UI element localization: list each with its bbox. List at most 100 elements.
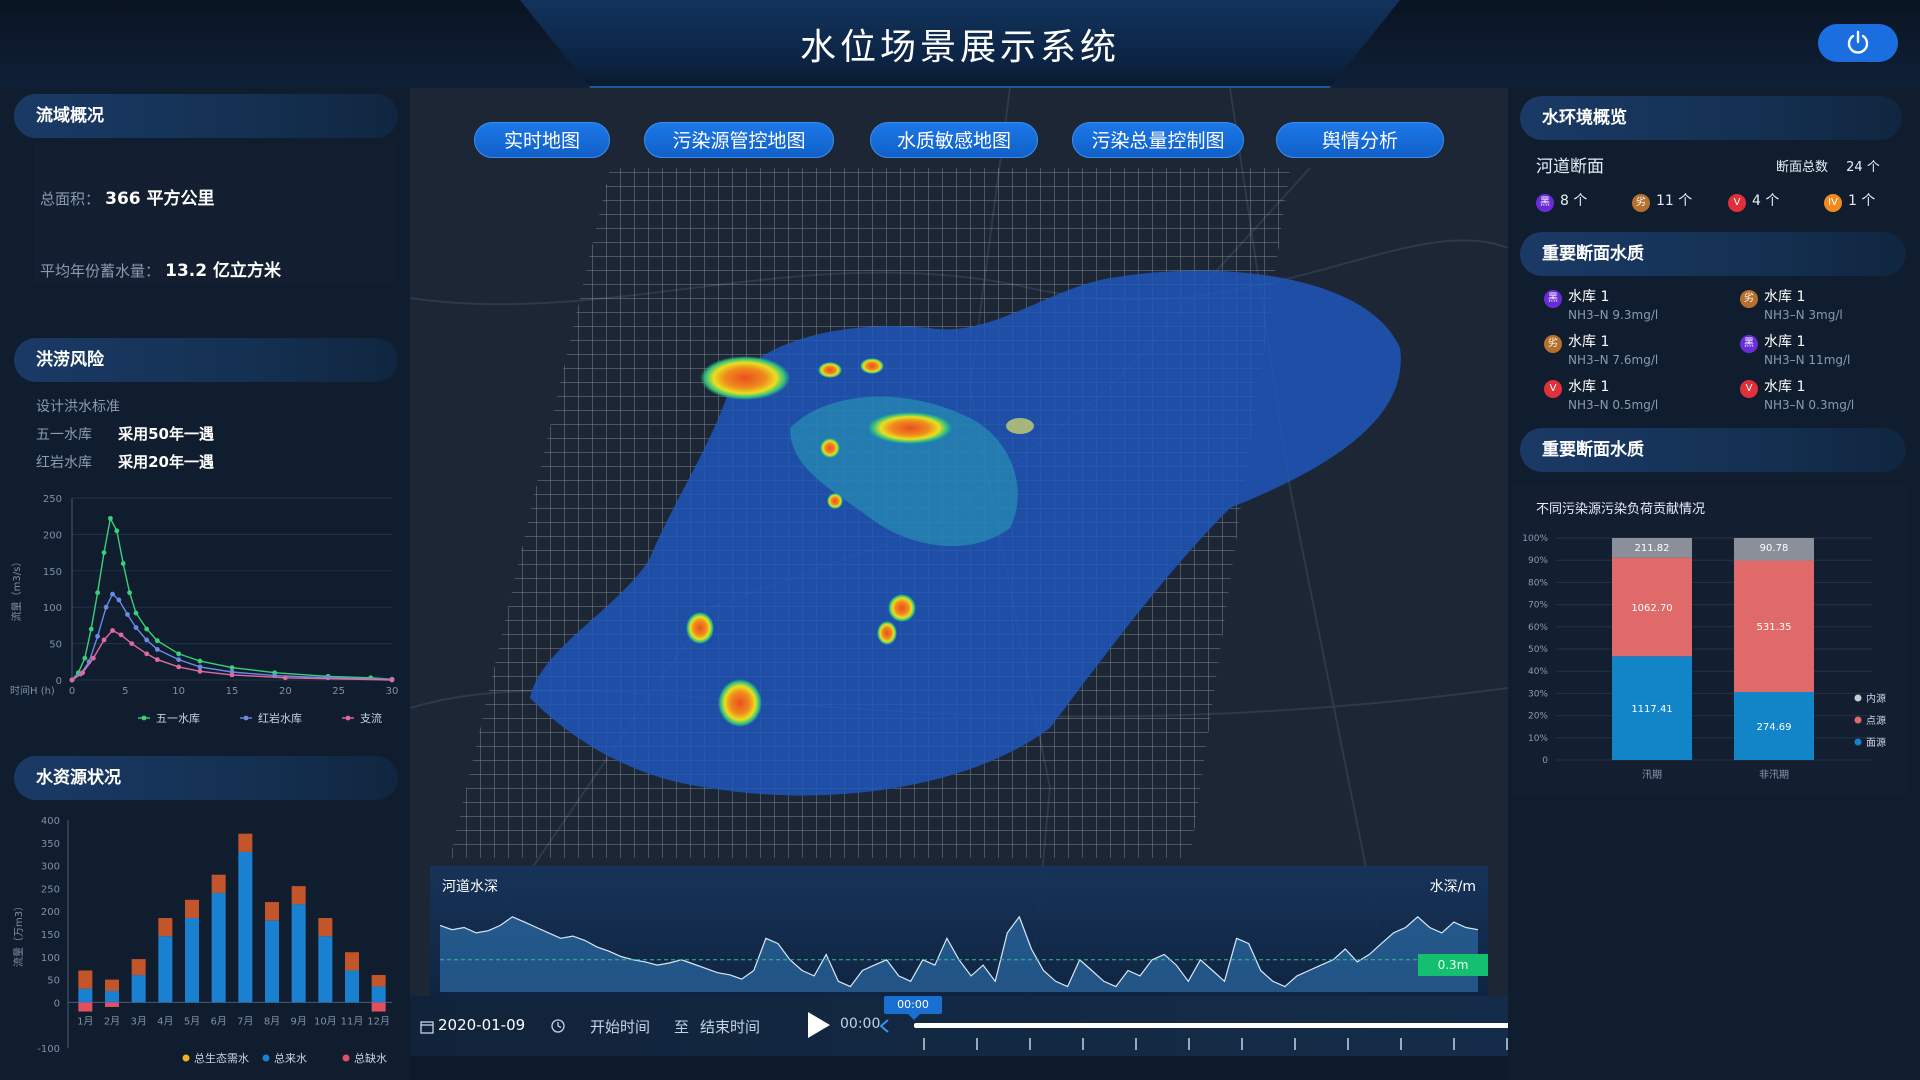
flood-point [90, 655, 96, 661]
tab-realtime-map[interactable]: 实时地图 [474, 122, 610, 158]
important-section-item[interactable]: V 水库 1 NH3–N 0.3mg/l [1740, 376, 1920, 416]
area-value: 366 平方公里 [105, 189, 215, 209]
important-section-item[interactable]: 劣水库 1 NH3–N 3mg/l [1740, 286, 1920, 326]
contrib-y-tick: 50% [1528, 645, 1548, 655]
flood-row-value: 采用50年一遇 [118, 425, 214, 443]
section-basin-title: 流域概况 [14, 94, 398, 138]
section-important-quality-title: 重要断面水质 [1520, 232, 1906, 276]
section-name: 水库 1 [1568, 289, 1610, 305]
contrib-y-tick: 60% [1528, 623, 1548, 633]
important-section-item[interactable]: 劣水库 1 NH3–N 7.6mg/l [1544, 331, 1724, 371]
depth-threshold-badge: 0.3m [1418, 954, 1488, 976]
water-x-tick: 2月 [104, 1015, 120, 1027]
chevron-left-icon[interactable] [878, 1018, 890, 1034]
tab-public-opinion[interactable]: 舆情分析 [1276, 122, 1444, 158]
power-button[interactable] [1818, 24, 1898, 62]
flood-legend-dot [141, 715, 147, 721]
header: 水位场景展示系统 [0, 0, 1920, 90]
grade-badge: 劣 [1544, 335, 1562, 353]
flood-point [229, 672, 235, 678]
tab-pollution-control-map[interactable]: 污染源管控地图 [644, 122, 834, 158]
water-bar-top [105, 979, 119, 991]
water-bar-top [371, 975, 386, 987]
flood-x-label: 时间H (h) [10, 684, 55, 697]
water-y-tick: 350 [41, 839, 60, 850]
water-bar-top [185, 899, 199, 919]
pollution-contribution-chart: 0 10% 20% 30% 40% 50% 60% 70% 80% 90% 100% 1117.41 1… [1522, 534, 1886, 781]
water-x-tick: 5月 [184, 1015, 200, 1027]
flood-point [88, 626, 94, 632]
tab-water-sensitivity-map[interactable]: 水质敏感地图 [870, 122, 1038, 158]
water-y-tick: 400 [41, 816, 60, 827]
grade-count: 1 个 [1848, 193, 1876, 209]
flood-point [120, 561, 126, 566]
water-x-tick: 12月 [367, 1015, 390, 1027]
water-y-tick: 0 [54, 998, 60, 1009]
flood-point [154, 647, 160, 652]
clock-icon [551, 1019, 565, 1033]
water-bar-top [158, 918, 173, 937]
grade-badge: 黑 [1544, 290, 1562, 308]
flood-legend-dot [243, 715, 249, 721]
map-view[interactable] [410, 88, 1508, 1000]
section-name: 水库 1 [1568, 334, 1610, 350]
water-y-tick: 250 [41, 884, 60, 895]
flood-point [108, 515, 113, 521]
contrib-y-tick: 0 [1542, 756, 1548, 766]
timeline-marker[interactable]: 00:00 [884, 996, 942, 1014]
area-label: 总面积： [40, 190, 101, 208]
water-bar-inflow [371, 986, 386, 1003]
grade-count-item: V 4 个 [1728, 190, 1779, 212]
water-bar-inflow [291, 904, 306, 1003]
water-legend-dot [262, 1054, 270, 1062]
map-canvas[interactable] [410, 88, 1508, 1000]
grade-badge: V [1728, 194, 1746, 212]
contrib-y-tick: 70% [1528, 601, 1548, 611]
important-section-item[interactable]: 黑水库 1 NH3–N 11mg/l [1740, 331, 1920, 371]
flood-point [133, 625, 139, 630]
flood-x-tick: 20 [279, 686, 292, 697]
end-time-field[interactable]: 结束时间 [700, 1016, 760, 1037]
storage-label: 平均年份蓄水量： [40, 262, 161, 280]
current-time: 00:00 [840, 1016, 881, 1032]
flood-point [118, 632, 124, 638]
grade-count: 4 个 [1752, 193, 1780, 209]
flood-point [229, 665, 235, 671]
water-bar-inflow [105, 991, 119, 1003]
flood-point [282, 675, 288, 681]
flood-x-tick: 30 [386, 686, 399, 697]
section-value: NH3–N 0.3mg/l [1764, 398, 1855, 412]
timeline-date[interactable]: 2020-01-09 [438, 1016, 525, 1034]
river-section-subtitle: 河道断面 [1536, 157, 1604, 177]
contrib-y-tick: 10% [1528, 734, 1548, 744]
water-y-tick: 100 [41, 953, 60, 964]
tab-total-pollution-map[interactable]: 污染总量控制图 [1072, 122, 1244, 158]
section-water-resources-title: 水资源状况 [14, 756, 398, 800]
water-y-tick: 300 [41, 862, 60, 873]
section-total: 断面总数 24 个 [1776, 156, 1880, 175]
start-time-field[interactable]: 开始时间 [590, 1016, 650, 1037]
flood-y-tick: 200 [43, 530, 62, 541]
calendar-icon [420, 1021, 434, 1034]
grade-badge: 黑 [1740, 335, 1758, 353]
flood-x-tick: 25 [332, 686, 345, 697]
flood-point [144, 637, 150, 643]
water-bar-top [318, 918, 333, 937]
water-x-tick: 1月 [77, 1015, 93, 1027]
contrib-y-tick: 40% [1528, 667, 1548, 677]
contrib-legend-dot [1854, 738, 1862, 746]
contrib-value-label: 90.78 [1760, 543, 1789, 554]
section-env-overview-title: 水环境概览 [1520, 96, 1902, 140]
flood-point [389, 677, 395, 683]
contrib-legend-dot [1854, 694, 1862, 702]
grade-summary: 黑 8 个 劣 11 个 V 4 个 IV 1 个 [1536, 190, 1906, 212]
flood-standard-label: 设计洪水标准 [36, 399, 120, 415]
flood-legend-label: 支流 [360, 711, 382, 725]
play-icon[interactable] [806, 1010, 832, 1040]
section-name: 水库 1 [1764, 334, 1806, 350]
important-section-item[interactable]: 黑水库 1 NH3–N 9.3mg/l [1544, 286, 1724, 326]
flood-point [125, 612, 130, 617]
flood-point [176, 651, 182, 657]
flood-point [144, 651, 150, 657]
important-section-item[interactable]: V 水库 1 NH3–N 0.5mg/l [1544, 376, 1724, 416]
